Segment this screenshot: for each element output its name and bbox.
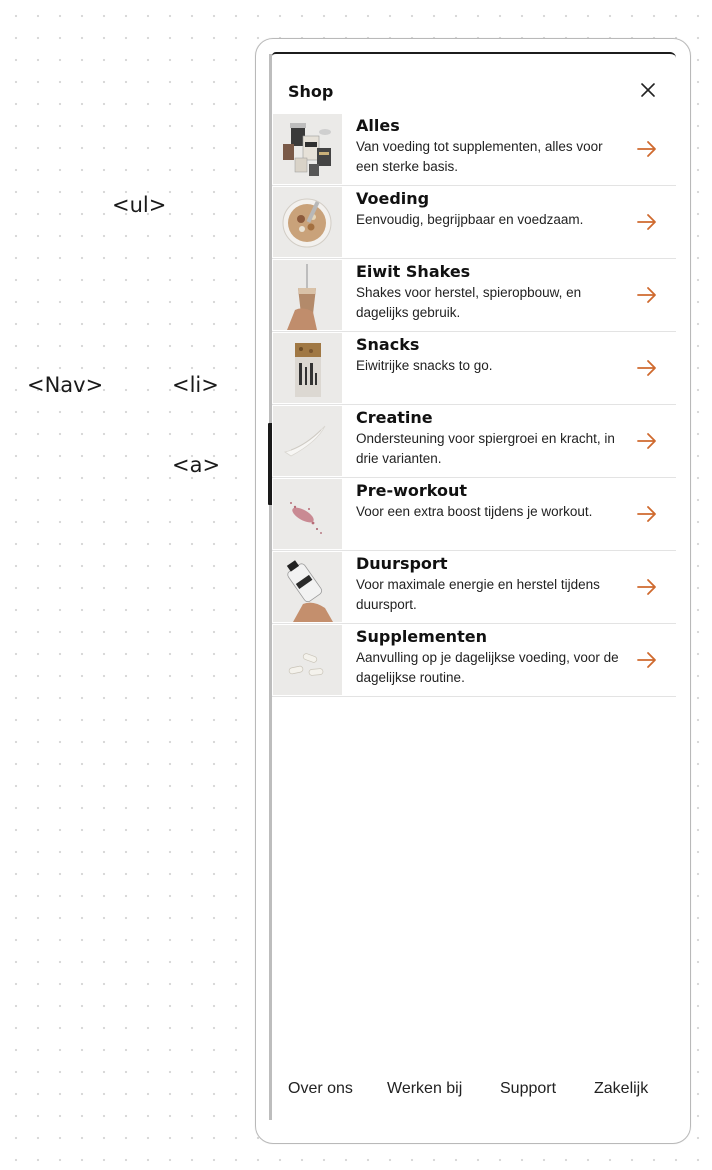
menu-link-eiwit-shakes[interactable]: Eiwit Shakes Shakes voor herstel, spiero… [272,259,676,331]
item-title: Creatine [356,408,433,427]
arrow-right-icon [636,650,658,670]
item-title: Alles [356,116,400,135]
menu-link-alles[interactable]: Alles Van voeding tot supplementen, alle… [272,113,676,185]
menu-item-duursport: Duursport Voor maximale energie en herst… [272,551,676,624]
item-description: Ondersteuning voor spiergroei en kracht,… [356,431,615,466]
item-title: Eiwit Shakes [356,262,471,281]
item-text: Pre-workout Voor een extra boost tijdens… [356,481,626,522]
arrow-right-icon [636,577,658,597]
item-title: Voeding [356,189,430,208]
a-annotation-label: <a> [172,453,221,477]
pre-workout-image [273,479,342,549]
menu-item-creatine: Creatine Ondersteuning voor spiergroei e… [272,405,676,478]
menu-link-duursport[interactable]: Duursport Voor maximale energie en herst… [272,551,676,623]
item-description: Eenvoudig, begrijpbaar en voedzaam. [356,212,584,227]
voeding-image [273,187,342,257]
footer-links: Over ons Werken bij Support Zakelijk [288,1080,668,1104]
item-description: Van voeding tot supplementen, alles voor… [356,139,603,174]
duursport-image [273,552,342,622]
supplementen-image [273,625,342,695]
item-text: Creatine Ondersteuning voor spiergroei e… [356,408,626,469]
item-text: Eiwit Shakes Shakes voor herstel, spiero… [356,262,626,323]
menu-link-supplementen[interactable]: Supplementen Aanvulling op je dagelijkse… [272,624,676,696]
close-icon [641,83,655,97]
item-description: Voor een extra boost tijdens je workout. [356,504,593,519]
menu-link-creatine[interactable]: Creatine Ondersteuning voor spiergroei e… [272,405,676,477]
item-text: Supplementen Aanvulling op je dagelijkse… [356,627,626,688]
menu-item-alles: Alles Van voeding tot supplementen, alle… [272,113,676,186]
li-annotation-label: <li> [172,373,219,397]
ul-annotation-label: <ul> [112,193,167,217]
eiwit-shakes-image [273,260,342,330]
item-description: Voor maximale energie en herstel tijdens… [356,577,600,612]
item-text: Voeding Eenvoudig, begrijpbaar en voedza… [356,189,626,230]
menu-link-voeding[interactable]: Voeding Eenvoudig, begrijpbaar en voedza… [272,186,676,258]
item-description: Eiwitrijke snacks to go. [356,358,493,373]
footer-link-zakelijk[interactable]: Zakelijk [594,1080,648,1098]
panel-title: Shop [288,82,334,101]
menu-item-voeding: Voeding Eenvoudig, begrijpbaar en voedza… [272,186,676,259]
arrow-right-icon [636,358,658,378]
shop-nav-panel: Shop Alles Van voeding tot supplementen,… [272,52,676,1124]
shop-menu-list: Alles Van voeding tot supplementen, alle… [272,113,676,697]
arrow-right-icon [636,212,658,232]
arrow-right-icon [636,504,658,524]
item-text: Snacks Eiwitrijke snacks to go. [356,335,626,376]
alles-image [273,114,342,184]
footer-link-werken-bij[interactable]: Werken bij [387,1080,462,1098]
menu-item-snacks: Snacks Eiwitrijke snacks to go. [272,332,676,405]
item-description: Aanvulling op je dagelijkse voeding, voo… [356,650,619,685]
menu-item-pre-workout: Pre-workout Voor een extra boost tijdens… [272,478,676,551]
item-title: Duursport [356,554,448,573]
snacks-image [273,333,342,403]
menu-link-pre-workout[interactable]: Pre-workout Voor een extra boost tijdens… [272,478,676,550]
item-text: Alles Van voeding tot supplementen, alle… [356,116,626,177]
footer-link-over-ons[interactable]: Over ons [288,1080,353,1098]
menu-link-snacks[interactable]: Snacks Eiwitrijke snacks to go. [272,332,676,404]
arrow-right-icon [636,285,658,305]
item-title: Snacks [356,335,420,354]
item-title: Pre-workout [356,481,468,500]
menu-item-supplementen: Supplementen Aanvulling op je dagelijkse… [272,624,676,697]
item-title: Supplementen [356,627,487,646]
menu-item-eiwit-shakes: Eiwit Shakes Shakes voor herstel, spiero… [272,259,676,332]
panel-header: Shop [288,80,676,104]
item-description: Shakes voor herstel, spieropbouw, en dag… [356,285,582,320]
close-button[interactable] [638,80,658,100]
nav-annotation-label: <Nav> [27,373,104,397]
footer-link-support[interactable]: Support [500,1080,556,1098]
creatine-image [273,406,342,476]
item-text: Duursport Voor maximale energie en herst… [356,554,626,615]
arrow-right-icon [636,139,658,159]
arrow-right-icon [636,431,658,451]
